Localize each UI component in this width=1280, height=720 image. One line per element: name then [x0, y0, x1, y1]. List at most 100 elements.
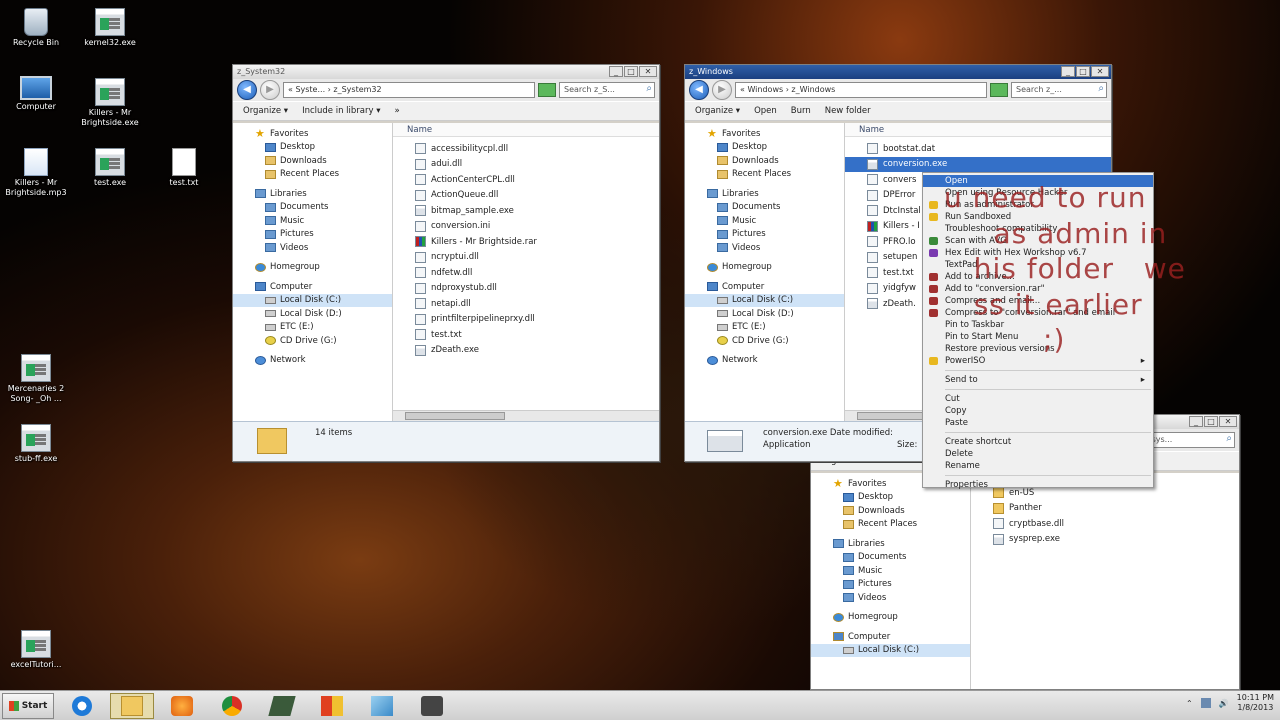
taskbar-windows-explorer[interactable]: [110, 692, 154, 719]
tray-icon[interactable]: ⌃: [1186, 699, 1193, 708]
sidebar-item-recent[interactable]: Recent Places: [233, 168, 392, 182]
sidebar-item-libraries[interactable]: Libraries: [685, 187, 844, 201]
desktop-icon-killers-mp3[interactable]: Killers - Mr Brightside.mp3: [0, 148, 72, 198]
back-button[interactable]: ◀: [237, 80, 257, 100]
context-menu-item[interactable]: Paste: [923, 417, 1153, 429]
forward-button[interactable]: ▶: [712, 80, 732, 100]
burn-button[interactable]: Burn: [791, 106, 811, 116]
taskbar-chrome[interactable]: [210, 693, 254, 719]
minimize-button[interactable]: _: [1061, 66, 1075, 77]
more-commands-button[interactable]: »: [394, 106, 399, 116]
list-item[interactable]: ActionCenterCPL.dll: [393, 172, 659, 188]
refresh-button[interactable]: [538, 83, 556, 97]
sidebar-item-computer[interactable]: Computer: [811, 630, 970, 644]
list-item[interactable]: printfilterpipelineprxy.dll: [393, 312, 659, 328]
window-title-bar[interactable]: z_System32 _ □ ✕: [233, 65, 659, 79]
sidebar-item-desktop[interactable]: Desktop: [685, 141, 844, 155]
sidebar-item-pictures[interactable]: Pictures: [685, 228, 844, 242]
network-icon[interactable]: [1200, 698, 1211, 708]
taskbar-app[interactable]: [260, 693, 304, 719]
list-item[interactable]: Panther: [971, 501, 1239, 517]
sidebar-item-documents[interactable]: Documents: [685, 201, 844, 215]
list-item[interactable]: adui.dll: [393, 157, 659, 173]
sidebar-item-downloads[interactable]: Downloads: [233, 154, 392, 168]
taskbar-internet-explorer[interactable]: [60, 693, 104, 719]
sidebar-item-computer[interactable]: Computer: [233, 280, 392, 294]
sidebar-item-recent[interactable]: Recent Places: [685, 168, 844, 182]
search-input[interactable]: Search z_...: [1011, 82, 1107, 98]
desktop-icon-kernel32[interactable]: kernel32.exe: [74, 8, 146, 48]
address-bar[interactable]: « Windows › z_Windows: [735, 82, 987, 98]
clock[interactable]: 10:11 PM 1/8/2013: [1237, 693, 1274, 713]
list-item[interactable]: Killers - Mr Brightside.rar: [393, 234, 659, 250]
maximize-button[interactable]: □: [624, 66, 638, 77]
desktop-icon-excel-tutorial[interactable]: excelTutori...: [0, 630, 72, 670]
list-item-selected[interactable]: conversion.exe: [845, 156, 1111, 172]
sidebar-item-etc[interactable]: ETC (E:): [233, 321, 392, 335]
sidebar-item-videos[interactable]: Videos: [685, 241, 844, 255]
name-column-header[interactable]: Name: [845, 123, 1111, 137]
new-folder-button[interactable]: New folder: [825, 106, 871, 116]
maximize-button[interactable]: □: [1204, 416, 1218, 427]
close-button[interactable]: ✕: [639, 66, 657, 77]
list-item[interactable]: ndfetw.dll: [393, 265, 659, 281]
include-in-library-button[interactable]: Include in library ▾: [302, 106, 380, 116]
sidebar-item-pictures[interactable]: Pictures: [811, 578, 970, 592]
minimize-button[interactable]: _: [1189, 416, 1203, 427]
context-menu-item[interactable]: Cut: [923, 393, 1153, 405]
desktop-icon-stub-ff[interactable]: stub-ff.exe: [0, 424, 72, 464]
window-title-bar[interactable]: z_Windows _ □ ✕: [685, 65, 1111, 79]
sidebar-item-videos[interactable]: Videos: [233, 241, 392, 255]
organize-button[interactable]: Organize ▾: [243, 106, 288, 116]
list-item[interactable]: accessibilitycpl.dll: [393, 141, 659, 157]
address-bar[interactable]: « Syste... › z_System32: [283, 82, 535, 98]
sidebar-item-homegroup[interactable]: Homegroup: [811, 611, 970, 625]
list-item[interactable]: sysprep.exe: [971, 532, 1239, 548]
organize-button[interactable]: Organize ▾: [695, 106, 740, 116]
sidebar-item-cd[interactable]: CD Drive (G:): [233, 334, 392, 348]
desktop-icon-recycle-bin[interactable]: Recycle Bin: [0, 8, 72, 48]
taskbar-windows-app[interactable]: [310, 693, 354, 719]
taskbar-app-2[interactable]: [410, 693, 454, 719]
list-item[interactable]: bootstat.dat: [845, 141, 1111, 157]
list-item[interactable]: bitmap_sample.exe: [393, 203, 659, 219]
context-menu-item[interactable]: Send to ▸: [923, 374, 1153, 386]
desktop-icon-test-txt[interactable]: test.txt: [148, 148, 220, 188]
sidebar-item-recent[interactable]: Recent Places: [811, 518, 970, 532]
close-button[interactable]: ✕: [1091, 66, 1109, 77]
sidebar-item-music[interactable]: Music: [685, 214, 844, 228]
sidebar-item-downloads[interactable]: Downloads: [685, 154, 844, 168]
list-item[interactable]: ncryptui.dll: [393, 250, 659, 266]
desktop-icon-mercenaries[interactable]: Mercenaries 2 Song- _Oh ...: [0, 354, 72, 404]
list-item[interactable]: ndproxystub.dll: [393, 281, 659, 297]
list-item[interactable]: ActionQueue.dll: [393, 188, 659, 204]
taskbar-media-player[interactable]: [160, 693, 204, 719]
sidebar-item-libraries[interactable]: Libraries: [233, 187, 392, 201]
refresh-button[interactable]: [990, 83, 1008, 97]
sidebar-item-favorites[interactable]: ★ Favorites: [685, 127, 844, 141]
sidebar-item-local-d[interactable]: Local Disk (D:): [685, 307, 844, 321]
sidebar-item-documents[interactable]: Documents: [811, 551, 970, 565]
list-item[interactable]: test.txt: [393, 327, 659, 343]
list-item[interactable]: netapi.dll: [393, 296, 659, 312]
name-column-header[interactable]: Name: [393, 123, 659, 137]
sidebar-item-etc[interactable]: ETC (E:): [685, 321, 844, 335]
sidebar-item-desktop[interactable]: Desktop: [233, 141, 392, 155]
sidebar-item-local-c[interactable]: Local Disk (C:): [685, 293, 844, 307]
sidebar-item-videos[interactable]: Videos: [811, 591, 970, 605]
maximize-button[interactable]: □: [1076, 66, 1090, 77]
sidebar-item-computer[interactable]: Computer: [685, 280, 844, 294]
sidebar-item-desktop[interactable]: Desktop: [811, 491, 970, 505]
desktop-icon-test-exe[interactable]: test.exe: [74, 148, 146, 188]
sidebar-item-local-c[interactable]: Local Disk (C:): [811, 643, 970, 657]
sidebar-item-music[interactable]: Music: [233, 214, 392, 228]
sidebar-item-downloads[interactable]: Downloads: [811, 504, 970, 518]
sidebar-item-homegroup[interactable]: Homegroup: [685, 261, 844, 275]
sidebar-item-local-c[interactable]: Local Disk (C:): [233, 293, 392, 307]
sidebar-item-music[interactable]: Music: [811, 564, 970, 578]
minimize-button[interactable]: _: [609, 66, 623, 77]
sidebar-item-libraries[interactable]: Libraries: [811, 537, 970, 551]
back-button[interactable]: ◀: [689, 80, 709, 100]
open-button[interactable]: Open: [754, 106, 777, 116]
search-input[interactable]: Search z_S...: [559, 82, 655, 98]
